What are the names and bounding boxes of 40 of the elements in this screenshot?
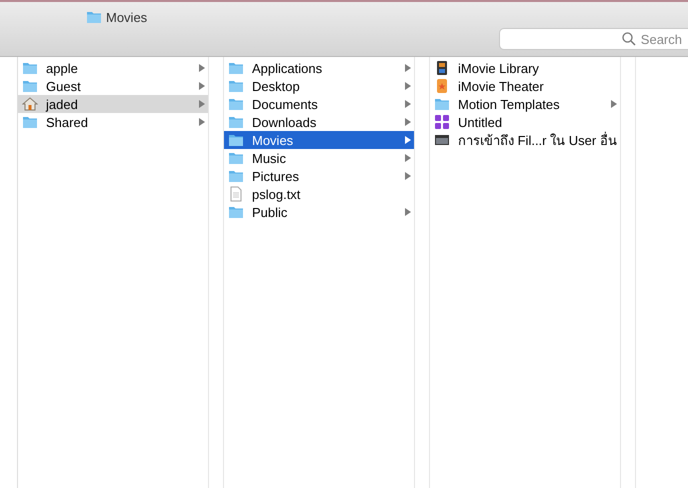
file-item[interactable]: pslog.txt: [224, 185, 414, 203]
folder-icon: [86, 9, 102, 25]
file-item[interactable]: การเข้าถึง Fil...r ใน User อื่น: [430, 131, 620, 149]
folder-icon: [228, 204, 244, 220]
search-icon: [622, 32, 636, 46]
file-item[interactable]: apple: [18, 59, 208, 77]
search-field[interactable]: Search: [499, 28, 688, 50]
file-item[interactable]: Downloads: [224, 113, 414, 131]
file-item[interactable]: jaded: [18, 95, 208, 113]
house-icon: [22, 96, 38, 112]
folder-icon: [228, 114, 244, 130]
file-item[interactable]: Motion Templates: [430, 95, 620, 113]
file-item[interactable]: Applications: [224, 59, 414, 77]
file-item[interactable]: Guest: [18, 77, 208, 95]
file-item[interactable]: Pictures: [224, 167, 414, 185]
folder-icon: [228, 60, 244, 76]
folder-icon: [22, 114, 38, 130]
file-item[interactable]: Public: [224, 203, 414, 221]
file-item[interactable]: Desktop: [224, 77, 414, 95]
grid-icon: [434, 114, 450, 130]
file-item[interactable]: Documents: [224, 95, 414, 113]
document-icon: [228, 186, 244, 202]
film-icon: [434, 60, 450, 76]
folder-icon: [228, 132, 244, 148]
folder-icon: [228, 78, 244, 94]
folder-icon: [434, 96, 450, 112]
folder-icon: [228, 96, 244, 112]
file-item[interactable]: iMovie Library: [430, 59, 620, 77]
folder-icon: [228, 150, 244, 166]
window-title: Movies: [106, 10, 148, 24]
file-item[interactable]: iMovie Theater: [430, 77, 620, 95]
file-item[interactable]: Music: [224, 149, 414, 167]
folder-icon: [22, 60, 38, 76]
folder-icon: [22, 78, 38, 94]
file-item[interactable]: Shared: [18, 113, 208, 131]
file-item[interactable]: Movies: [224, 131, 414, 149]
folder-icon: [228, 168, 244, 184]
screenshot-icon: [434, 132, 450, 148]
file-item[interactable]: Untitled: [430, 113, 620, 131]
ticket-icon: [434, 78, 450, 94]
